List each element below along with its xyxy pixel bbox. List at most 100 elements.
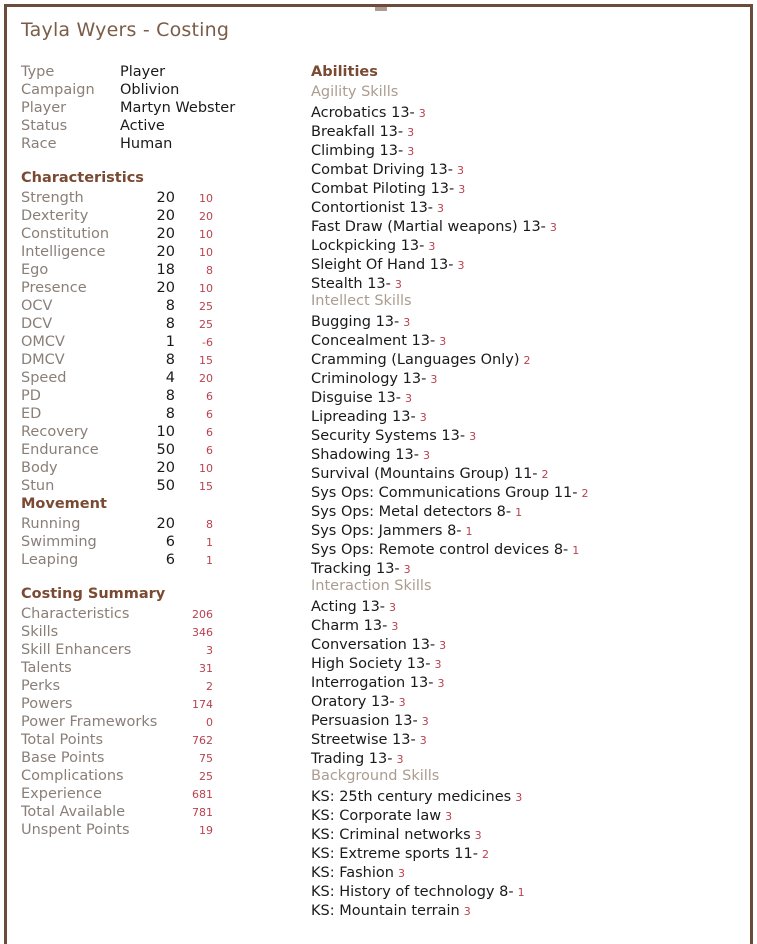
ability-cost: 3	[404, 392, 412, 405]
ability-cost: 3	[445, 810, 453, 823]
summary-label: Characteristics	[21, 606, 130, 622]
ability-name: High Society 13-	[311, 656, 431, 672]
stat-cost: 6	[206, 408, 213, 421]
stat-row: Dexterity 20 20	[21, 207, 311, 225]
ability-row: KS: Criminal networks 3	[311, 824, 741, 843]
ability-row: KS: History of technology 8- 1	[311, 881, 741, 900]
stat-value: 8	[165, 352, 175, 368]
movement-section: Movement Running 20 8 Swimming 6 1 Leaping 6 1	[21, 495, 311, 569]
ability-row: Lipreading 13- 3	[311, 406, 741, 425]
stat-row: Leaping 6 1	[21, 551, 311, 569]
ability-cost: 3	[418, 107, 426, 120]
ability-row: High Society 13- 3	[311, 653, 741, 672]
stat-row: Stun 50 15	[21, 477, 311, 495]
stat-label: Dexterity	[21, 208, 89, 224]
ability-cost: 3	[397, 867, 405, 880]
ability-name: Conversation 13-	[311, 637, 436, 653]
ability-row: Breakfall 13- 3	[311, 121, 741, 140]
ability-cost: 3	[457, 259, 465, 272]
ability-name: Sys Ops: Metal detectors 8-	[311, 504, 512, 520]
costing-summary-heading: Costing Summary	[21, 586, 166, 602]
stat-value: 8	[165, 388, 175, 404]
stat-label: Recovery	[21, 424, 89, 440]
stat-cost: 20	[199, 210, 213, 223]
summary-cost: 174	[192, 698, 213, 711]
stat-value: 1	[165, 334, 175, 350]
summary-row: Skills 346	[21, 623, 311, 641]
stat-label: OCV	[21, 298, 53, 314]
stat-cost: 1	[206, 554, 213, 567]
ability-cost: 2	[481, 848, 489, 861]
ability-name: Combat Piloting 13-	[311, 181, 455, 197]
ability-group-heading: Agility Skills	[311, 84, 399, 100]
stat-label: PD	[21, 388, 41, 404]
info-row: Status Active	[21, 117, 311, 135]
ability-cost: 2	[581, 487, 589, 500]
ability-row: Contortionist 13- 3	[311, 197, 741, 216]
ability-name: KS: Corporate law	[311, 808, 442, 824]
ability-row: Disguise 13- 3	[311, 387, 741, 406]
info-row: Type Player	[21, 63, 311, 81]
ability-name: Sys Ops: Communications Group 11-	[311, 485, 578, 501]
ability-row: Concealment 13- 3	[311, 330, 741, 349]
stat-value: 8	[165, 316, 175, 332]
ability-row: Conversation 13- 3	[311, 634, 741, 653]
ability-row: Climbing 13- 3	[311, 140, 741, 159]
stat-row: Recovery 10 6	[21, 423, 311, 441]
ability-name: Cramming (Languages Only)	[311, 352, 520, 368]
ability-row: Survival (Mountains Group) 11- 2	[311, 463, 741, 482]
info-value: Human	[120, 136, 173, 152]
ability-name: Combat Driving 13-	[311, 162, 453, 178]
ability-name: KS: Criminal networks	[311, 827, 471, 843]
movement-list: Running 20 8 Swimming 6 1 Leaping 6 1	[21, 515, 311, 569]
stat-label: Speed	[21, 370, 67, 386]
info-label: Status	[21, 118, 68, 134]
ability-name: Tracking 13-	[311, 561, 400, 577]
stat-label: Running	[21, 516, 81, 532]
summary-label: Total Points	[21, 732, 104, 748]
summary-row: Powers 174	[21, 695, 311, 713]
ability-row: Trading 13- 3	[311, 748, 741, 767]
ability-cost: 3	[437, 677, 445, 690]
ability-name: Lockpicking 13-	[311, 238, 425, 254]
summary-row: Skill Enhancers 3	[21, 641, 311, 659]
characteristics-heading: Characteristics	[21, 170, 144, 186]
ability-cost: 1	[465, 525, 473, 538]
ability-name: KS: Fashion	[311, 865, 394, 881]
ability-cost: 1	[572, 544, 580, 557]
summary-row: Total Points 762	[21, 731, 311, 749]
ability-cost: 3	[437, 202, 445, 215]
stat-label: Body	[21, 460, 58, 476]
ability-cost: 2	[523, 354, 531, 367]
ability-name: Persuasion 13-	[311, 713, 418, 729]
summary-cost: 206	[192, 608, 213, 621]
ability-row: Cramming (Languages Only) 2	[311, 349, 741, 368]
stat-row: Presence 20 10	[21, 279, 311, 297]
stat-cost: -6	[202, 336, 213, 349]
sheet-columns: Type Player Campaign Oblivion Player Martyn W…	[21, 63, 750, 919]
ability-name: Interrogation 13-	[311, 675, 434, 691]
stat-value: 20	[156, 190, 175, 206]
left-column: Type Player Campaign Oblivion Player Martyn W…	[21, 63, 311, 839]
ability-cost: 3	[407, 145, 415, 158]
stat-value: 20	[156, 208, 175, 224]
ability-name: Criminology 13-	[311, 371, 427, 387]
ability-group-heading: Background Skills	[311, 768, 440, 784]
summary-cost: 762	[192, 734, 213, 747]
ability-name: Sleight Of Hand 13-	[311, 257, 454, 273]
character-info-block: Type Player Campaign Oblivion Player Martyn W…	[21, 63, 311, 153]
page-title: Tayla Wyers - Costing	[21, 19, 230, 41]
ability-cost: 3	[421, 715, 429, 728]
summary-label: Perks	[21, 678, 61, 694]
ability-cost: 3	[515, 791, 523, 804]
ability-row: KS: Mountain terrain 3	[311, 900, 741, 919]
ability-row: Sys Ops: Metal detectors 8- 1	[311, 501, 741, 520]
ability-row: Combat Piloting 13- 3	[311, 178, 741, 197]
stat-row: DCV 8 25	[21, 315, 311, 333]
costing-summary-section: Costing Summary Characteristics 206 Skills…	[21, 585, 311, 839]
stat-label: Ego	[21, 262, 49, 278]
summary-row: Power Frameworks 0	[21, 713, 311, 731]
info-value: Player	[120, 64, 166, 80]
